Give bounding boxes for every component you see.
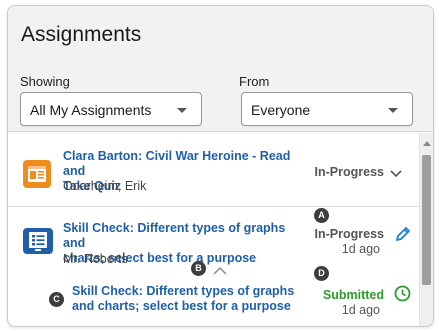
from-select-value: Everyone <box>251 102 311 118</box>
marker-d: D <box>314 266 329 281</box>
pencil-icon[interactable] <box>395 226 411 247</box>
submission-title-line[interactable]: and charts; select best for a purpose <box>72 299 312 314</box>
assignment-author: Mr. Roberts <box>63 252 128 266</box>
submission-title-line[interactable]: Skill Check: Different types of graphs <box>72 284 312 299</box>
assignments-panel: Assignments Showing All My Assignments F… <box>7 5 434 327</box>
chevron-down-icon[interactable] <box>390 166 402 184</box>
assignments-header: Assignments Showing All My Assignments F… <box>8 6 433 132</box>
scroll-up-arrow-icon[interactable] <box>423 141 431 146</box>
status-text: In-Progress <box>314 227 384 241</box>
assignment-author: Onarheim, Erik <box>63 179 147 193</box>
assignment-title-line[interactable]: Skill Check: Different types of graphs a… <box>63 221 308 251</box>
showing-label: Showing <box>20 74 70 89</box>
page-title: Assignments <box>21 23 142 46</box>
submission-title[interactable]: Skill Check: Different types of graphs a… <box>72 284 312 314</box>
marker-b: B <box>191 261 206 276</box>
clock-icon[interactable] <box>394 285 411 307</box>
showing-select[interactable]: All My Assignments <box>20 92 202 126</box>
checklist-icon <box>23 228 53 254</box>
assignment-row-1[interactable]: Clara Barton: Civil War Heroine - Read a… <box>8 133 419 205</box>
document-icon <box>23 160 51 188</box>
from-label: From <box>239 74 270 89</box>
timestamp: 1d ago <box>341 242 380 256</box>
chevron-down-icon <box>177 108 187 113</box>
chevron-down-icon <box>388 108 398 113</box>
submission-row[interactable]: C Skill Check: Different types of graphs… <box>8 266 419 322</box>
from-select[interactable]: Everyone <box>241 92 413 126</box>
timestamp: 1d ago <box>341 303 380 317</box>
marker-c: C <box>49 292 64 307</box>
showing-select-value: All My Assignments <box>30 102 152 118</box>
assignment-title-line[interactable]: Clara Barton: Civil War Heroine - Read a… <box>63 149 313 179</box>
status-text: In-Progress <box>314 165 384 179</box>
scrollbar-thumb[interactable] <box>422 155 431 285</box>
marker-a: A <box>314 208 329 223</box>
vertical-scrollbar[interactable] <box>419 133 433 326</box>
assignment-row-2[interactable]: Skill Check: Different types of graphs a… <box>8 207 419 326</box>
submitted-status: Submitted <box>322 288 384 302</box>
